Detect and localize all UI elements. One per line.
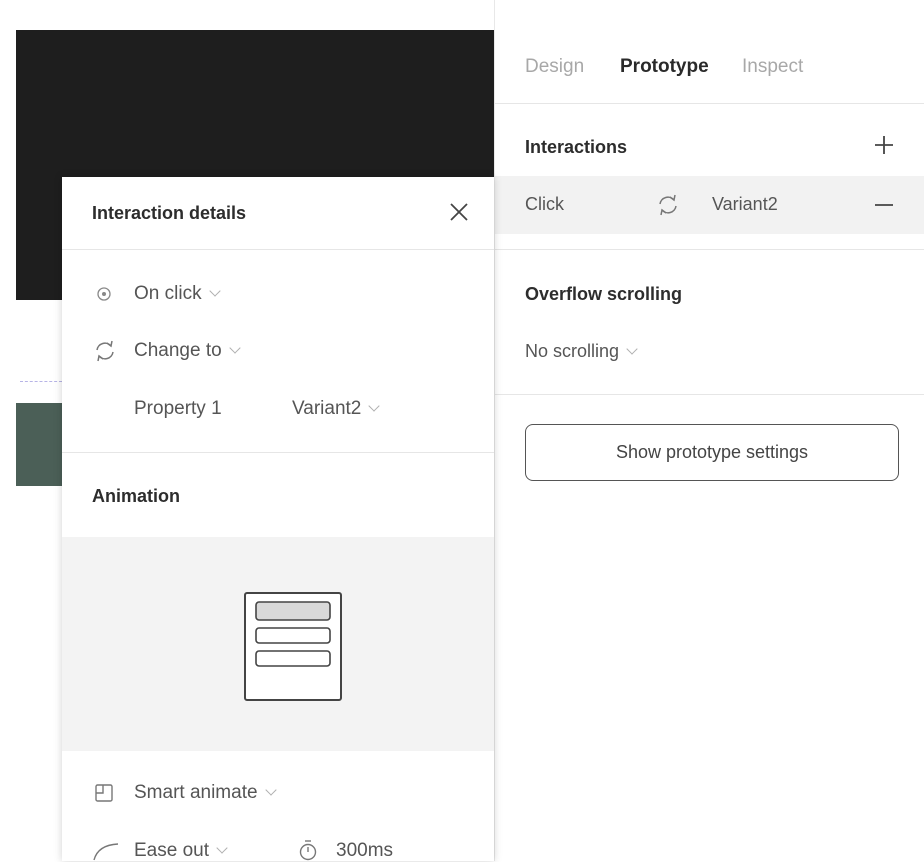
overflow-scrolling-title: Overflow scrolling: [525, 284, 683, 304]
tab-prototype[interactable]: Prototype: [620, 56, 709, 78]
property-value: Variant2: [292, 398, 362, 419]
smart-animate-icon: [95, 784, 113, 802]
timer-icon: [299, 840, 317, 861]
close-icon[interactable]: [448, 201, 470, 223]
panel-tabs: Design Prototype Inspect: [495, 0, 924, 104]
property-label: Property 1: [134, 398, 222, 419]
easing-curve-icon: [93, 843, 119, 861]
animation-title: Animation: [92, 486, 180, 506]
interaction-row[interactable]: Click Variant2: [495, 176, 924, 234]
trigger-value: On click: [134, 283, 202, 304]
section-divider: [495, 394, 924, 395]
refresh-icon: [659, 194, 677, 216]
overflow-scrolling-value: No scrolling: [525, 341, 620, 361]
show-prototype-settings-button[interactable]: Show prototype settings: [525, 424, 899, 481]
interaction-details-modal: Interaction details On click Change to P…: [62, 177, 494, 861]
trigger-select[interactable]: On click: [134, 283, 221, 305]
animation-preview-icon: [244, 592, 342, 701]
animation-type-select[interactable]: Smart animate: [134, 782, 277, 804]
modal-divider: [62, 249, 494, 250]
tab-inspect[interactable]: Inspect: [742, 56, 803, 78]
add-interaction-icon[interactable]: [873, 134, 895, 156]
animation-type-value: Smart animate: [134, 782, 258, 803]
chevron-down-icon: [216, 842, 228, 854]
chevron-down-icon: [229, 342, 241, 354]
property-value-select[interactable]: Variant2: [292, 398, 381, 420]
canvas-frame[interactable]: [16, 403, 62, 486]
action-value: Change to: [134, 340, 222, 361]
refresh-icon: [96, 340, 114, 362]
animation-preview: [62, 537, 494, 751]
action-select[interactable]: Change to: [134, 340, 241, 362]
interaction-details-title: Interaction details: [92, 203, 247, 223]
easing-value: Ease out: [134, 840, 209, 861]
canvas-guide-line: [20, 381, 62, 382]
section-divider: [495, 249, 924, 250]
tab-design[interactable]: Design: [525, 56, 584, 78]
interaction-target: Variant2: [712, 194, 778, 214]
chevron-down-icon: [264, 784, 277, 796]
easing-select[interactable]: Ease out: [134, 840, 228, 862]
duration-input[interactable]: 300ms: [336, 840, 393, 862]
chevron-down-icon: [626, 343, 638, 355]
properties-panel: Design Prototype Inspect Interactions Cl…: [494, 0, 924, 861]
modal-divider: [62, 452, 494, 453]
interactions-title: Interactions: [525, 137, 628, 157]
target-icon: [97, 287, 111, 301]
overflow-scrolling-select[interactable]: No scrolling: [525, 341, 638, 362]
chevron-down-icon: [368, 400, 381, 412]
chevron-down-icon: [208, 285, 221, 297]
remove-interaction-icon[interactable]: [873, 194, 895, 216]
interaction-trigger: Click: [525, 194, 564, 214]
